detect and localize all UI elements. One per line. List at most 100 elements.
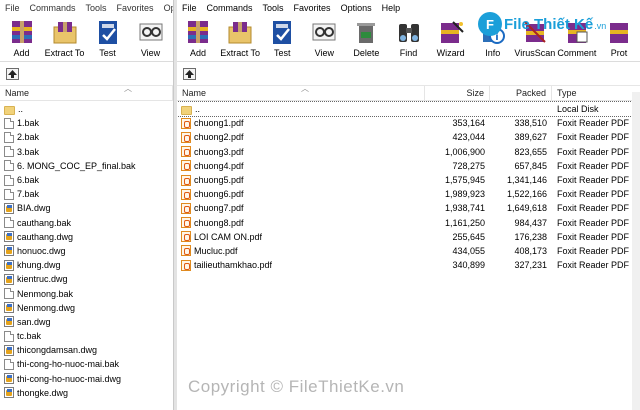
file-row[interactable]: chuong4.pdf 728,275 657,845 Foxit Reader PD… (177, 159, 640, 173)
file-packed: 1,341,146 (506, 175, 547, 186)
column-header-name[interactable]: Name (0, 85, 173, 101)
file-name: cauthang.dwg (17, 231, 74, 242)
file-row[interactable]: thi-cong-ho-nuoc-mai.dwg (0, 372, 173, 386)
file-name: 7.bak (17, 189, 40, 200)
vertical-scrollbar[interactable] (632, 92, 640, 410)
menu-tools[interactable]: Tools (258, 0, 289, 16)
file-name: BIA.dwg (17, 203, 51, 214)
extract-to-icon (51, 18, 79, 46)
file-name: 3.bak (17, 146, 40, 157)
menu-op[interactable]: Op (159, 0, 173, 16)
view-icon (310, 18, 338, 46)
file-row[interactable]: LOI CAM ON.pdf 255,645 176,238 Foxit Reader… (177, 230, 640, 244)
toolbar-delete-button[interactable]: Delete (345, 16, 387, 58)
menu-tools[interactable]: Tools (81, 0, 112, 16)
file-row[interactable]: 6.bak (0, 173, 173, 187)
file-row[interactable]: cauthang.bak (0, 216, 173, 230)
file-row[interactable]: chuong5.pdf 1,575,945 1,341,146 Foxit Reade… (177, 173, 640, 187)
file-row[interactable]: 3.bak (0, 145, 173, 159)
file-row[interactable]: thongke.dwg (0, 386, 173, 400)
toolbar-extract-to-button[interactable]: Extract To (43, 16, 86, 58)
file-size: 1,989,923 (444, 189, 485, 200)
file-size: 434,055 (452, 245, 485, 256)
document-file-icon (4, 188, 14, 200)
menu-favorites[interactable]: Favorites (289, 0, 336, 16)
menu-options[interactable]: Options (336, 0, 377, 16)
menu-help[interactable]: Help (377, 0, 406, 16)
file-name: chuong2.pdf (194, 132, 244, 143)
file-row[interactable]: Nenmong.bak (0, 286, 173, 300)
file-row[interactable]: 1.bak (0, 116, 173, 130)
file-row[interactable]: chuong3.pdf 1,006,900 823,655 Foxit Reader … (177, 145, 640, 159)
file-row[interactable]: Nenmong.dwg (0, 301, 173, 315)
up-folder-button[interactable] (183, 67, 196, 80)
file-size: 423,044 (452, 132, 485, 143)
file-row[interactable]: 6. MONG_COC_EP_final.bak (0, 159, 173, 173)
document-file-icon (4, 131, 14, 143)
file-row[interactable]: chuong8.pdf 1,161,250 984,437 Foxit Reader … (177, 216, 640, 230)
toolbar-add-button[interactable]: Add (177, 16, 219, 58)
menu-commands[interactable]: Commands (25, 0, 81, 16)
name-cell: LOI CAM ON.pdf (177, 230, 425, 244)
up-arrow-icon (8, 69, 17, 78)
toolbar-wizard-button[interactable]: Wizard (430, 16, 472, 58)
file-row[interactable]: honuoc.dwg (0, 244, 173, 258)
pdf-file-icon (181, 146, 191, 158)
right-file-list: .. Local Disk chuong1.pdf 353,164 338,510 Fox… (177, 100, 640, 272)
file-row[interactable]: thi-cong-ho-nuoc-mai.bak (0, 357, 173, 371)
file-row[interactable]: kientruc.dwg (0, 272, 173, 286)
pdf-file-icon (181, 188, 191, 200)
toolbar-view-button[interactable]: View (129, 16, 172, 58)
file-row[interactable]: khung.dwg (0, 258, 173, 272)
menu-file[interactable]: File (0, 0, 25, 16)
pdf-file-icon (181, 174, 191, 186)
document-file-icon (4, 358, 14, 370)
file-packed: 408,173 (514, 245, 547, 256)
file-size: 1,161,250 (444, 217, 485, 228)
toolbar-button-label: Test (273, 48, 291, 58)
toolbar-extract-to-button[interactable]: Extract To (219, 16, 261, 58)
toolbar-test-button[interactable]: Test (261, 16, 303, 58)
file-row[interactable]: chuong2.pdf 423,044 389,627 Foxit Reader PD… (177, 130, 640, 144)
toolbar-find-button[interactable]: Find (387, 16, 429, 58)
file-row[interactable]: cauthang.dwg (0, 230, 173, 244)
file-size: 1,938,741 (444, 203, 485, 214)
toolbar-add-button[interactable]: Add (0, 16, 43, 58)
file-row[interactable]: tc.bak (0, 329, 173, 343)
file-row[interactable]: .. Local Disk (177, 100, 640, 118)
column-header-packed[interactable]: Packed (490, 85, 552, 101)
test-icon (268, 18, 296, 46)
file-row[interactable]: chuong1.pdf 353,164 338,510 Foxit Reader PD… (177, 116, 640, 130)
file-row[interactable]: BIA.dwg (0, 201, 173, 215)
file-row[interactable]: .. (0, 102, 173, 116)
file-type: Foxit Reader PDF D... (557, 260, 640, 271)
file-type: Foxit Reader PDF D... (557, 217, 640, 228)
file-row[interactable]: Mucluc.pdf 434,055 408,173 Foxit Reader PDF… (177, 244, 640, 258)
file-row[interactable]: chuong6.pdf 1,989,923 1,522,166 Foxit Reade… (177, 187, 640, 201)
pdf-file-icon (181, 259, 191, 271)
file-row[interactable]: 2.bak (0, 130, 173, 144)
column-header-type[interactable]: Type (552, 86, 640, 101)
dwg-file-icon (4, 273, 14, 285)
menu-favorites[interactable]: Favorites (112, 0, 159, 16)
file-type: Foxit Reader PDF D... (557, 231, 640, 242)
file-name: chuong5.pdf (194, 175, 244, 186)
file-row[interactable]: chuong7.pdf 1,938,741 1,649,618 Foxit Reade… (177, 201, 640, 215)
file-row[interactable]: tailieuthamkhao.pdf 340,899 327,231 Foxit R… (177, 258, 640, 272)
file-packed: 657,845 (514, 160, 547, 171)
toolbar-view-button[interactable]: View (303, 16, 345, 58)
menu-commands[interactable]: Commands (202, 0, 258, 16)
document-file-icon (4, 288, 14, 300)
file-row[interactable]: san.dwg (0, 315, 173, 329)
file-row[interactable]: 7.bak (0, 187, 173, 201)
column-header-size[interactable]: Size (425, 85, 490, 101)
file-name: .. (195, 104, 201, 115)
pdf-file-icon (181, 117, 191, 129)
up-folder-button[interactable] (6, 67, 19, 80)
menu-file[interactable]: File (177, 0, 202, 16)
toolbar-test-button[interactable]: Test (86, 16, 129, 58)
file-row[interactable]: thicongdamsan.dwg (0, 343, 173, 357)
file-name: 1.bak (17, 118, 40, 129)
name-cell: chuong5.pdf (177, 173, 425, 187)
file-name: 6.bak (17, 175, 40, 186)
